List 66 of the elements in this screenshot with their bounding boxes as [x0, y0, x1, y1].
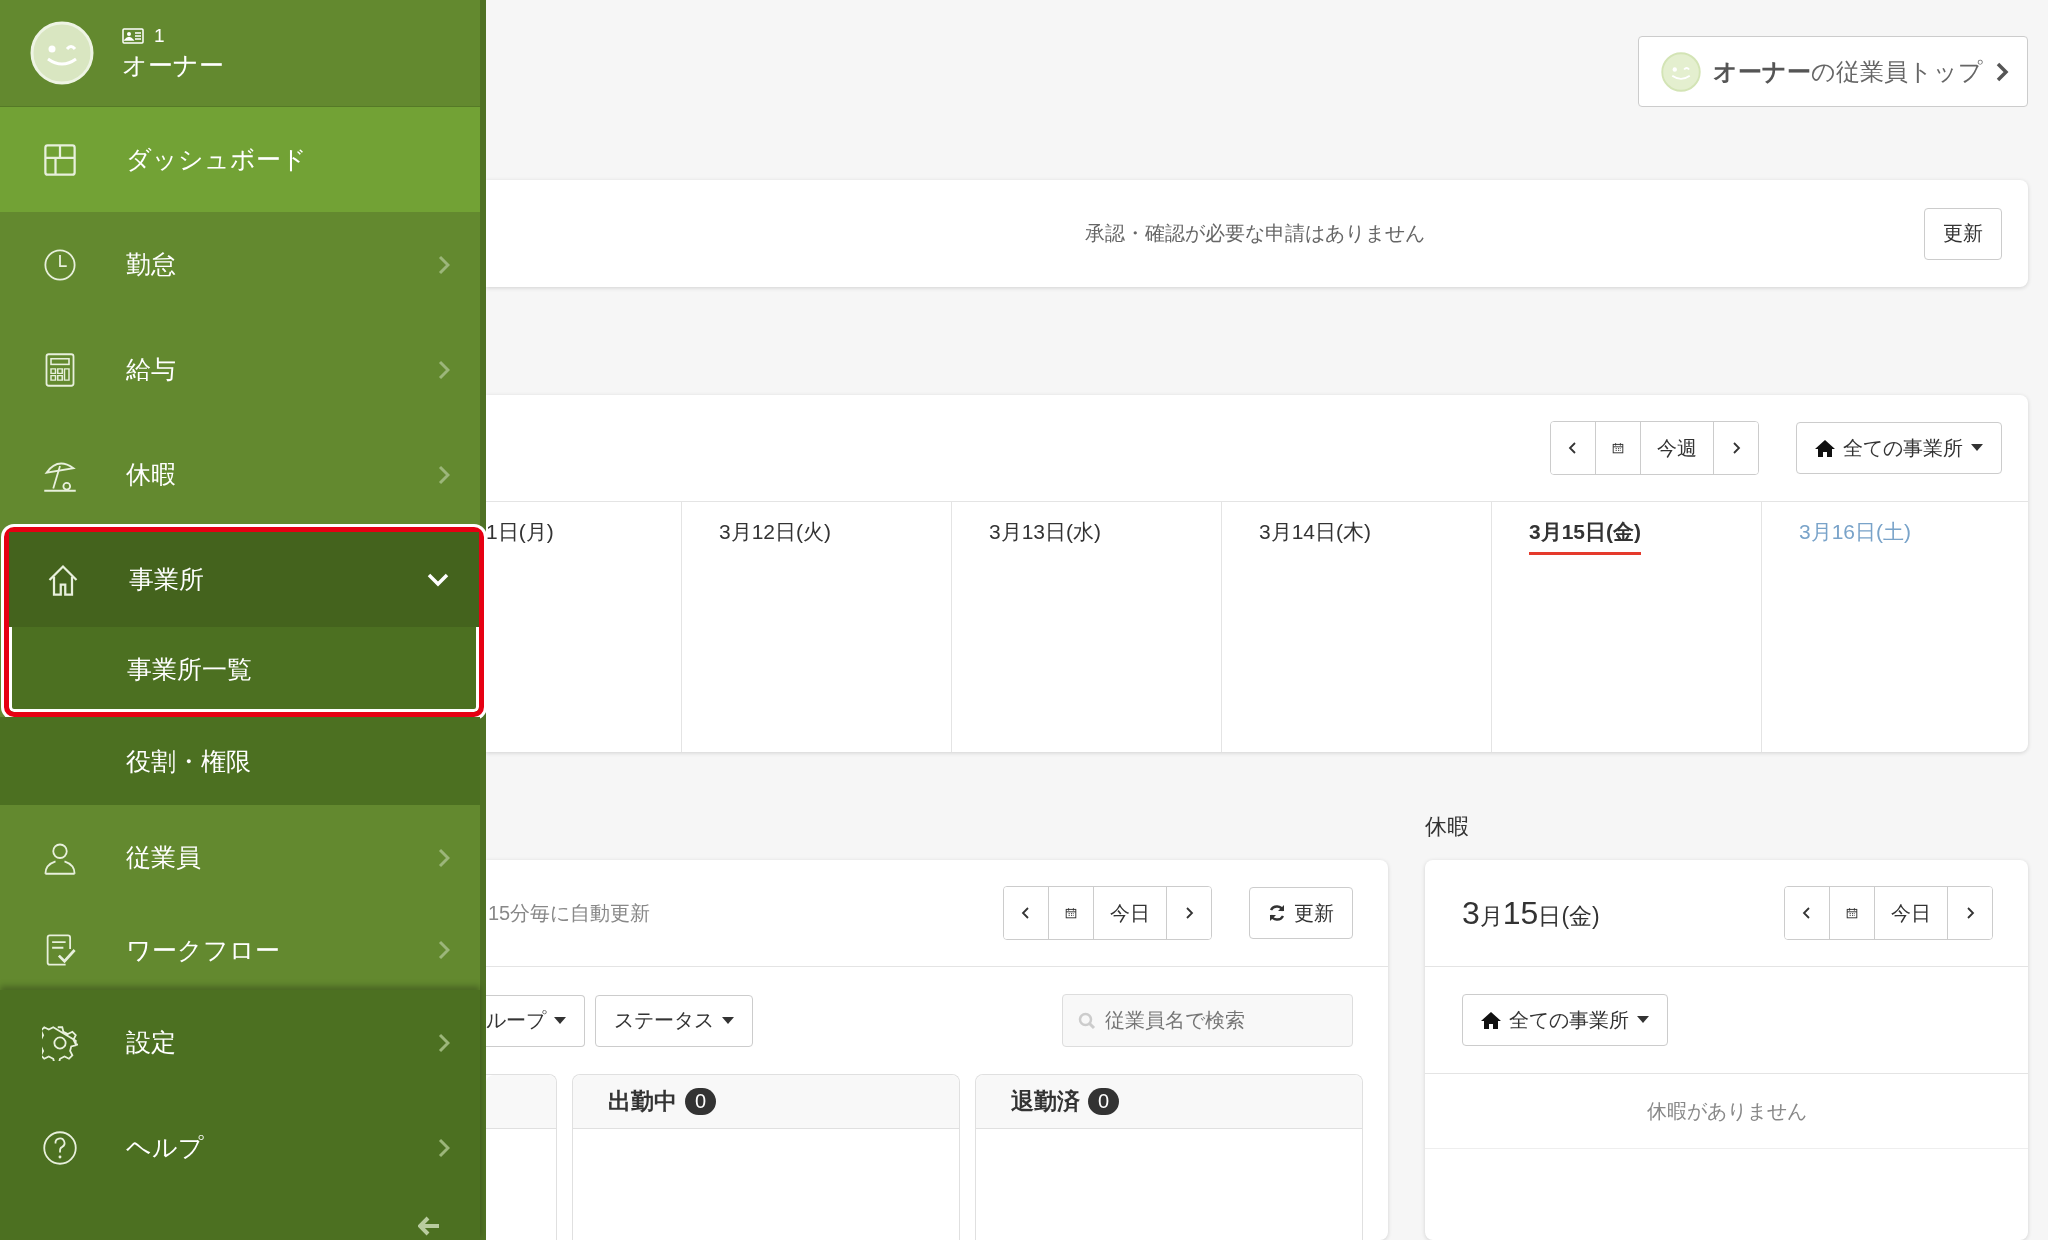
caret-icon: [722, 1016, 734, 1025]
id-card-icon: [122, 27, 144, 44]
chevron-left-icon: [1801, 905, 1813, 921]
sidebar-item[interactable]: 給与: [0, 317, 480, 422]
calendar-icon: [1065, 905, 1077, 921]
employee-top-button[interactable]: オーナーの従業員トップ: [1638, 36, 2028, 107]
day-header: 3月16日(土): [1799, 519, 1912, 545]
chevron-right-icon: [438, 847, 450, 868]
chevron-right-icon: [1183, 905, 1195, 921]
refresh-button[interactable]: 更新: [1249, 887, 1353, 939]
avatar-icon: [30, 21, 94, 85]
filter-dropdown[interactable]: ステータス: [595, 994, 753, 1047]
section-title: 休暇: [1425, 813, 1470, 841]
count-badge: 0: [1088, 1088, 1120, 1115]
refresh-icon: [1268, 904, 1286, 922]
column-title: 出勤中: [608, 1087, 677, 1116]
sidebar-item[interactable]: 休暇: [0, 422, 480, 527]
sidebar-icon: [42, 1129, 78, 1166]
count-badge: 0: [685, 1088, 717, 1115]
sidebar-subitem[interactable]: 事業所一覧: [9, 627, 479, 712]
user-name: オーナー: [122, 49, 224, 81]
chevron-right-icon: [438, 254, 450, 275]
day-header: 3月14日(木): [1259, 519, 1372, 545]
sidebar-item[interactable]: ワークフロー: [0, 910, 480, 990]
avatar-icon: [1661, 51, 1701, 92]
search-field[interactable]: 従業員名で検索: [1062, 994, 1353, 1047]
sidebar-item[interactable]: 事業所: [9, 532, 479, 627]
filter-dropdown[interactable]: ループ: [486, 994, 585, 1047]
chevron-right-icon: [438, 1137, 450, 1158]
chevron-right-icon: [438, 464, 450, 485]
sidebar-icon: [42, 141, 78, 178]
sidebar-icon: [42, 1024, 78, 1061]
refresh-button[interactable]: 更新: [1924, 207, 2002, 260]
office-dropdown[interactable]: 全ての事業所: [1796, 422, 2002, 474]
chevron-right-icon: [1964, 905, 1976, 921]
chevron-right-icon: [1995, 61, 2009, 82]
sidebar-item[interactable]: ヘルプ: [0, 1095, 480, 1200]
approvals-message: 承認・確認が必要な申請はありません: [1084, 221, 1426, 246]
home-icon: [1481, 1011, 1501, 1029]
caret-icon: [1637, 1016, 1649, 1024]
calendar-icon: [1612, 440, 1624, 456]
chevron-right-icon: [438, 359, 450, 380]
auto-refresh-note: 15分毎に自動更新: [487, 900, 652, 926]
caret-icon: [554, 1016, 566, 1025]
search-icon: [1078, 1012, 1096, 1030]
calendar-icon: [1846, 905, 1858, 921]
column-title: 退勤済: [1011, 1087, 1080, 1116]
sidebar-item[interactable]: 勤怠: [0, 212, 480, 317]
chevron-right-icon: [1730, 440, 1742, 456]
sidebar-item[interactable]: 設定: [0, 990, 480, 1095]
chevron-left-icon: [1020, 905, 1032, 921]
user-id: 1: [154, 24, 165, 47]
collapse-arrow-icon[interactable]: [418, 1216, 440, 1236]
home-icon: [1815, 439, 1835, 457]
day-header: 3月13日(水): [989, 519, 1102, 545]
chevron-left-icon: [1567, 440, 1579, 456]
day-header: 3月12日(火): [719, 519, 832, 545]
chevron-right-icon: [438, 1032, 450, 1053]
day-header: 3月15日(金): [1529, 518, 1642, 555]
day-header: 1日(月): [486, 519, 554, 545]
empty-message: 休暇がありません: [1425, 1074, 2028, 1149]
sidebar-subitem[interactable]: 役割・権限: [0, 717, 480, 805]
office-dropdown[interactable]: 全ての事業所: [1462, 994, 1668, 1046]
chevron-right-icon: [438, 940, 450, 960]
sidebar-item[interactable]: 従業員: [0, 805, 480, 910]
caret-icon: [1971, 444, 1983, 452]
